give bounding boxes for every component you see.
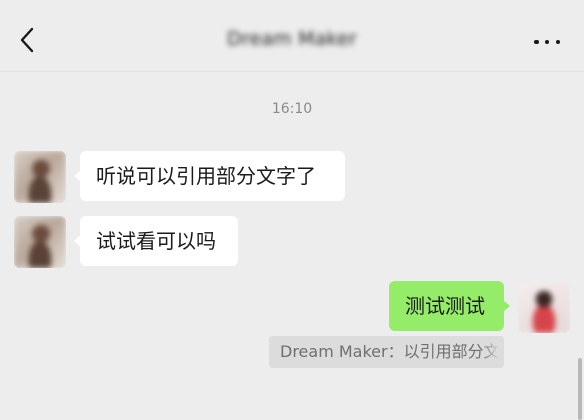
quote-fade-overlay bbox=[482, 336, 504, 368]
scrollbar[interactable] bbox=[578, 358, 582, 420]
message-timestamp: 16:10 bbox=[271, 101, 313, 117]
avatar-image bbox=[518, 281, 570, 333]
incoming-message-bubble[interactable]: 听说可以引用部分文字了 bbox=[74, 151, 345, 201]
more-options-button[interactable] bbox=[534, 38, 560, 46]
quoted-message[interactable]: Dream Maker：以引用部分文 bbox=[269, 336, 504, 368]
ellipsis-icon-dot bbox=[555, 39, 560, 45]
ellipsis-icon-dot bbox=[534, 39, 539, 45]
ellipsis-icon-dot bbox=[544, 39, 550, 45]
contact-avatar[interactable] bbox=[14, 216, 66, 268]
outgoing-message-bubble[interactable]: 测试测试 bbox=[389, 281, 510, 331]
contact-avatar[interactable] bbox=[14, 151, 66, 203]
chat-title: Dream Maker bbox=[227, 28, 357, 50]
incoming-message-bubble[interactable]: 试试看可以吗 bbox=[74, 216, 238, 266]
chat-header: Dream Maker bbox=[0, 0, 584, 72]
quoted-message-text: Dream Maker：以引用部分文 bbox=[280, 342, 500, 361]
avatar-image bbox=[14, 216, 66, 268]
my-avatar[interactable] bbox=[518, 281, 570, 333]
avatar-image bbox=[14, 151, 66, 203]
